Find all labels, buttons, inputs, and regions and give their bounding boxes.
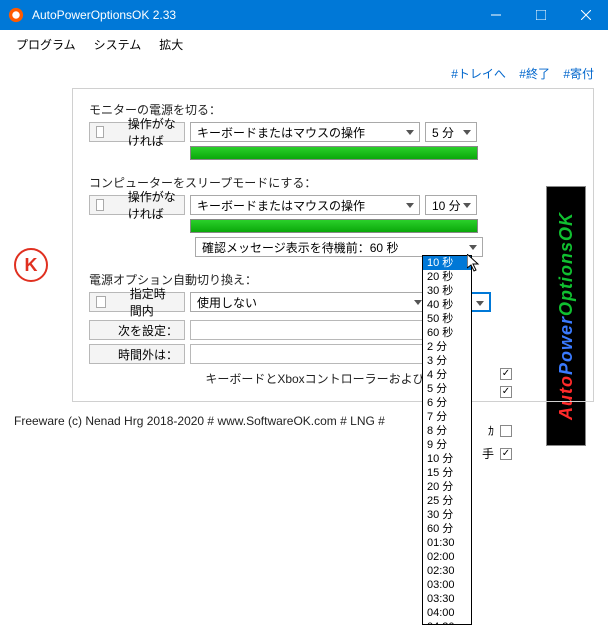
no-operation-field[interactable]: 操作がなければ <box>89 122 185 142</box>
dropdown-item[interactable]: 40 秒 <box>423 298 471 312</box>
linkbar: #トレイへ #終了 #寄付 <box>0 59 608 88</box>
link-tray[interactable]: #トレイへ <box>451 67 506 81</box>
titlebar: AutoPowerOptionsOK 2.33 <box>0 0 608 30</box>
mode-select[interactable]: 使用しない <box>190 292 428 312</box>
dropdown-item[interactable]: 25 分 <box>423 494 471 508</box>
dropdown-item[interactable]: 30 分 <box>423 508 471 522</box>
section-sleep: コンピューターをスリープモードにする： 操作がなければ キーボードまたはマウスの… <box>89 174 577 257</box>
next-label: 次を設定： <box>89 320 185 340</box>
dropdown-item[interactable]: 30 秒 <box>423 284 471 298</box>
maximize-button[interactable] <box>518 0 563 30</box>
dropdown-item[interactable]: 15 分 <box>423 466 471 480</box>
dropdown-item[interactable]: 10 秒 <box>423 256 471 270</box>
link-exit[interactable]: #終了 <box>519 67 550 81</box>
dropdown-item[interactable]: 50 秒 <box>423 312 471 326</box>
dropdown-item[interactable]: 04:30 <box>423 620 471 625</box>
progress-bar <box>190 146 478 160</box>
out-value[interactable] <box>190 344 428 364</box>
within-time-field[interactable]: 指定時間内 <box>89 292 185 312</box>
progress-bar <box>190 219 478 233</box>
dropdown-item[interactable]: 03:00 <box>423 578 471 592</box>
section-power-auto: 電源オプション自動切り換え： 指定時間内 使用しない 10 秒 次を設定： 時間… <box>89 271 577 364</box>
trigger-select[interactable]: キーボードまたはマウスの操作 <box>190 195 420 215</box>
dropdown-item[interactable]: 8 分 <box>423 424 471 438</box>
dropdown-item[interactable]: 60 分 <box>423 522 471 536</box>
dropdown-item[interactable]: 01:30 <box>423 536 471 550</box>
delay-select[interactable]: 10 分 <box>425 195 477 215</box>
out-label: 時間外は： <box>89 344 185 364</box>
section-monitor-off: モニターの電源を切る： 操作がなければ キーボードまたはマウスの操作 5 分 <box>89 101 577 160</box>
close-button[interactable] <box>563 0 608 30</box>
dropdown-item[interactable]: 04:00 <box>423 606 471 620</box>
dropdown-item[interactable]: 02:30 <box>423 564 471 578</box>
menu-expand[interactable]: 拡大 <box>151 34 191 55</box>
link-donate[interactable]: #寄付 <box>563 67 594 81</box>
main-panel: モニターの電源を切る： 操作がなければ キーボードまたはマウスの操作 5 分 コ… <box>72 88 594 402</box>
checkbox[interactable]: ✓ <box>500 386 512 398</box>
dropdown-item[interactable]: 4 分 <box>423 368 471 382</box>
side-checkboxes: ✓ ✓ ｶ 手✓ <box>482 368 512 462</box>
status-bar: Freeware (c) Nenad Hrg 2018-2020 # www.S… <box>0 402 608 440</box>
no-operation-field[interactable]: 操作がなければ <box>89 195 185 215</box>
dropdown-item[interactable]: 9 分 <box>423 438 471 452</box>
menubar: プログラム システム 拡大 <box>0 30 608 59</box>
minimize-button[interactable] <box>473 0 518 30</box>
dropdown-item[interactable]: 3 分 <box>423 354 471 368</box>
dropdown-item[interactable]: 10 分 <box>423 452 471 466</box>
confirm-select[interactable]: 確認メッセージ表示を待機前：60 秒 <box>195 237 483 257</box>
dropdown-item[interactable]: 20 分 <box>423 480 471 494</box>
dropdown-item[interactable]: 7 分 <box>423 410 471 424</box>
window-title: AutoPowerOptionsOK 2.33 <box>32 8 473 22</box>
app-icon <box>8 7 24 23</box>
dropdown-item[interactable]: 2 分 <box>423 340 471 354</box>
dropdown-item[interactable]: 5 分 <box>423 382 471 396</box>
checkbox[interactable]: ✓ <box>500 448 512 460</box>
interval-dropdown[interactable]: 10 秒20 秒30 秒40 秒50 秒60 秒2 分3 分4 分5 分6 分7… <box>422 255 472 625</box>
checkbox[interactable]: ✓ <box>500 368 512 380</box>
delay-select[interactable]: 5 分 <box>425 122 477 142</box>
dropdown-item[interactable]: 60 秒 <box>423 326 471 340</box>
checkbox[interactable] <box>500 425 512 437</box>
menu-system[interactable]: システム <box>86 34 150 55</box>
dropdown-item[interactable]: 20 秒 <box>423 270 471 284</box>
menu-program[interactable]: プログラム <box>8 34 84 55</box>
trigger-select[interactable]: キーボードまたはマウスの操作 <box>190 122 420 142</box>
dropdown-item[interactable]: 02:00 <box>423 550 471 564</box>
app-logo-icon: K <box>14 248 48 282</box>
dropdown-item[interactable]: 03:30 <box>423 592 471 606</box>
next-value[interactable] <box>190 320 428 340</box>
dropdown-item[interactable]: 6 分 <box>423 396 471 410</box>
